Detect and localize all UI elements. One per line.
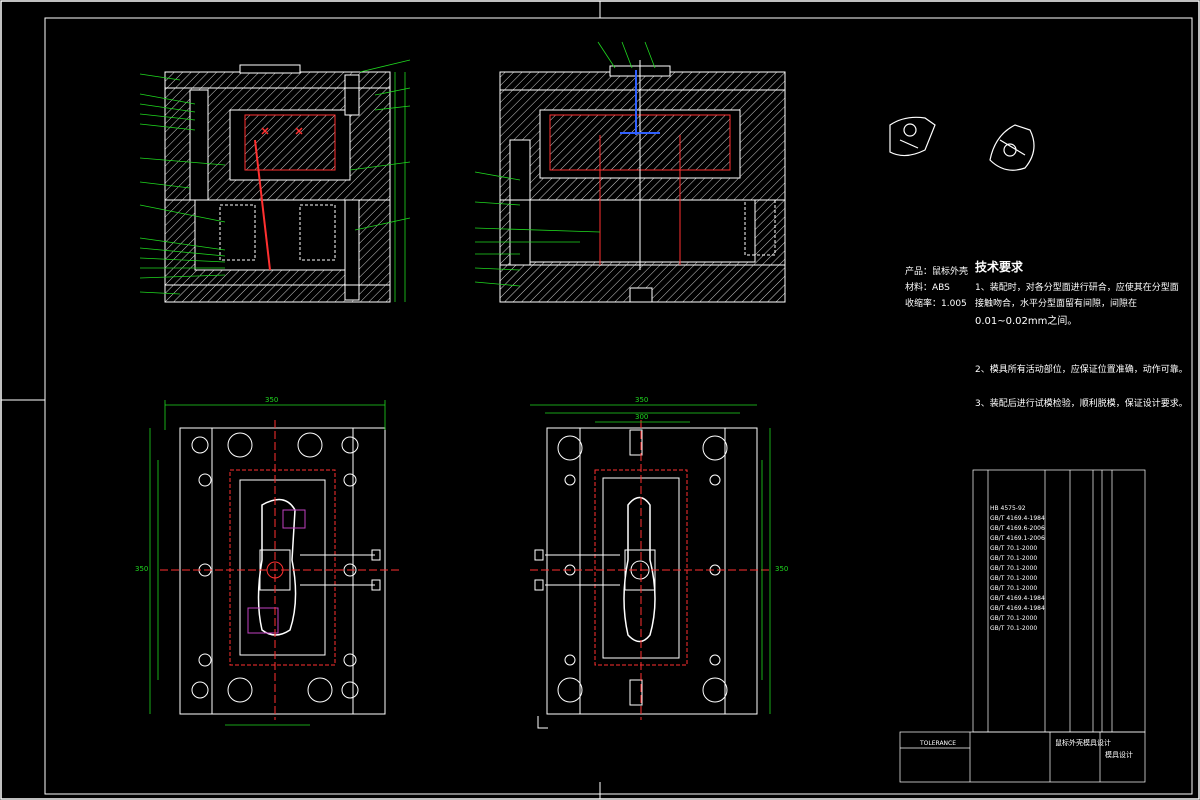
tech-line-1: 1、装配时，对各分型面进行研合，应使其在分型面 [975, 283, 1179, 293]
bom-row: HB 4575-92 [990, 505, 1026, 512]
bom-row: GB/T 70.1-2000 [990, 625, 1038, 632]
bom-row: GB/T 4169.4-1984 [990, 605, 1045, 612]
dim-right-width-outer: 350 [635, 396, 649, 404]
dim-right-width-inner: 300 [635, 413, 649, 421]
dim-left-height: 350 [135, 565, 149, 573]
bom-row: GB/T 70.1-2000 [990, 555, 1038, 562]
part-iso-2 [989, 124, 1035, 171]
bom-row: GB/T 4169.1-2006 [990, 535, 1045, 542]
section-view-right [474, 41, 786, 303]
bom-row: GB/T 4169.4-1984 [990, 595, 1045, 602]
tolerance-label: TOLERANCE [920, 740, 957, 747]
product-name: 产品：鼠标外壳 [905, 267, 969, 277]
dim-left-width: 350 [265, 396, 279, 404]
part-iso-1 [889, 116, 936, 157]
tech-line-5: 3、装配后进行试模检验，顺利脱模，保证设计要求。 [975, 399, 1188, 409]
plan-view-left [149, 400, 400, 726]
bom-row: GB/T 70.1-2000 [990, 545, 1038, 552]
product-shrinkage: 收缩率：1.005 [905, 299, 967, 309]
plan-view-right [530, 404, 771, 729]
dim-right-height: 350 [775, 565, 789, 573]
bom-row: GB/T 70.1-2000 [990, 615, 1038, 622]
drawing-no: 模具设计 [1105, 751, 1133, 759]
tech-line-4: 2、模具所有活动部位，应保证位置准确，动作可靠。 [975, 365, 1188, 375]
product-material: 材料：ABS [905, 283, 950, 293]
bom-row: GB/T 70.1-2000 [990, 575, 1038, 582]
bom-row: GB/T 4169.6-2006 [990, 525, 1045, 532]
bom-row: GB/T 4169.4-1984 [990, 515, 1045, 522]
section-view-left [139, 59, 411, 303]
drawing-title: 鼠标外壳模具设计 [1055, 739, 1111, 747]
bom-row: GB/T 70.1-2000 [990, 585, 1038, 592]
tech-title: 技术要求 [975, 260, 1024, 274]
bom-row: GB/T 70.1-2000 [990, 565, 1038, 572]
tech-line-2: 接触吻合，水平分型面留有间隙，间隙在 [975, 299, 1138, 309]
tech-line-3: 0.01~0.02mm之间。 [975, 316, 1078, 327]
